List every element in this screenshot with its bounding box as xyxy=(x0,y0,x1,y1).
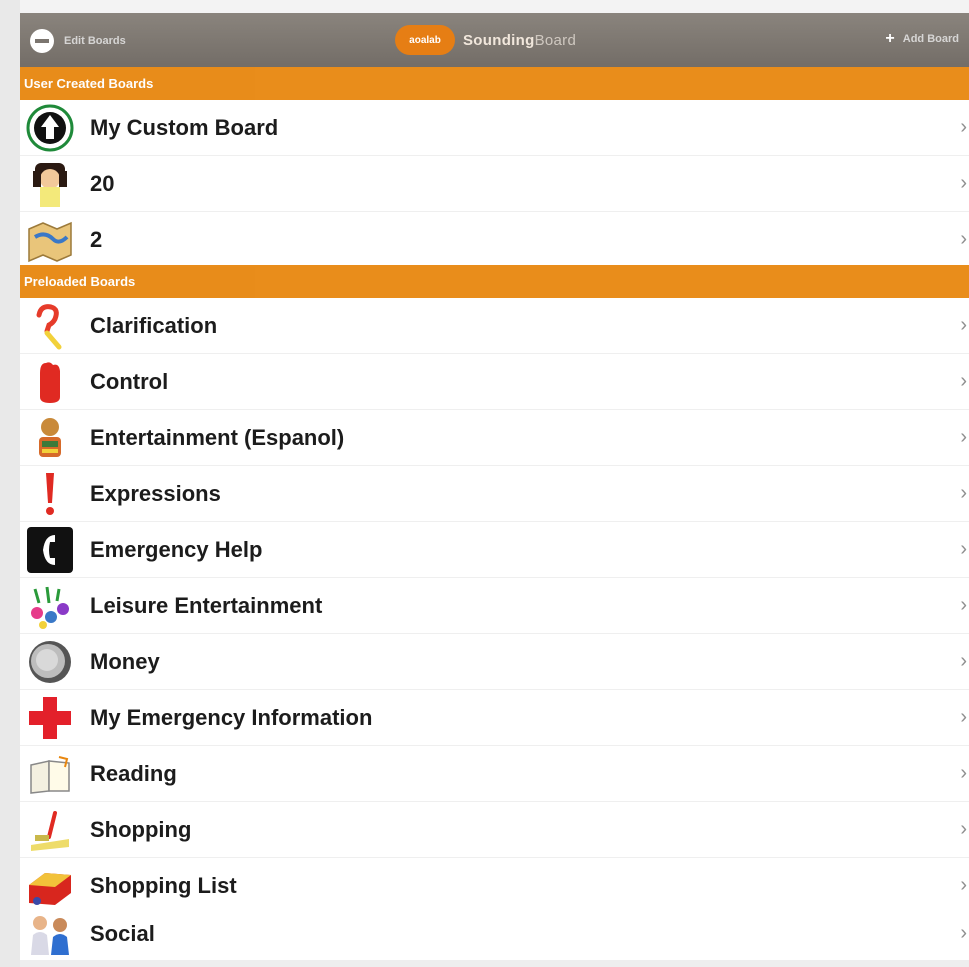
stop-hand-icon xyxy=(22,357,78,407)
list-item-label: Emergency Help xyxy=(90,536,263,562)
brand-logo: aoalab SoundingBoard xyxy=(395,25,576,55)
app-frame: Edit Boards aoalab SoundingBoard + Add B… xyxy=(0,0,969,967)
list-item-label: Clarification xyxy=(90,312,218,338)
coin-icon xyxy=(22,637,78,687)
bottom-strip xyxy=(20,960,969,967)
list-item-label: Expressions xyxy=(90,480,221,506)
list-item-social[interactable]: Social › xyxy=(20,906,969,962)
list-item-2[interactable]: 2 › xyxy=(20,212,969,268)
chevron-right-icon: › xyxy=(960,116,967,138)
list-item-clarification[interactable]: Clarification › xyxy=(20,298,969,354)
list-item-label: My Emergency Information xyxy=(90,704,373,730)
chevron-right-icon: › xyxy=(960,594,967,616)
up-arrow-circle-icon xyxy=(22,103,78,153)
add-board-label: Add Board xyxy=(902,33,959,45)
list-item-label: 2 xyxy=(90,226,103,252)
chevron-right-icon: › xyxy=(960,538,967,560)
exclamation-icon xyxy=(22,469,78,519)
red-cross-icon xyxy=(22,693,78,743)
list-item-expressions[interactable]: Expressions › xyxy=(20,466,969,522)
chevron-right-icon: › xyxy=(960,874,967,896)
list-item-money[interactable]: Money › xyxy=(20,634,969,690)
shopping-list-icon xyxy=(22,861,78,911)
list-item-my-custom-board[interactable]: My Custom Board › xyxy=(20,100,969,156)
people-icon xyxy=(22,909,78,959)
chevron-right-icon: › xyxy=(960,650,967,672)
list-item-control[interactable]: Control › xyxy=(20,354,969,410)
chevron-right-icon: › xyxy=(960,818,967,840)
list-item-label: Shopping List xyxy=(90,872,237,898)
plus-icon: + xyxy=(885,30,895,47)
question-mark-icon xyxy=(22,301,78,351)
list-item-reading[interactable]: Reading › xyxy=(20,746,969,802)
brand-name: SoundingBoard xyxy=(463,32,576,49)
list-item-emergency-help[interactable]: Emergency Help › xyxy=(20,522,969,578)
book-icon xyxy=(22,749,78,799)
title-bar: Edit Boards aoalab SoundingBoard + Add B… xyxy=(20,13,969,67)
chevron-right-icon: › xyxy=(960,762,967,784)
map-icon xyxy=(22,215,78,265)
list-item-label: 20 xyxy=(90,170,115,196)
entertainment-icon xyxy=(22,413,78,463)
list-item-shopping[interactable]: Shopping › xyxy=(20,802,969,858)
list-item-entertainment-espanol[interactable]: Entertainment (Espanol) › xyxy=(20,410,969,466)
list-item-label: Entertainment (Espanol) xyxy=(90,424,345,450)
list-item-label: My Custom Board xyxy=(90,114,279,140)
list-item-20[interactable]: 20 › xyxy=(20,156,969,212)
chevron-right-icon: › xyxy=(960,314,967,336)
chevron-right-icon: › xyxy=(960,426,967,448)
brand-name-main: Sounding xyxy=(463,31,535,49)
add-board-button[interactable]: + Add Board xyxy=(885,31,959,47)
chevron-right-icon: › xyxy=(960,172,967,194)
chevron-right-icon: › xyxy=(960,706,967,728)
list-item-label: Reading xyxy=(90,760,177,786)
section-header-preloaded: Preloaded Boards xyxy=(20,265,969,298)
person-icon xyxy=(22,159,78,209)
left-gutter xyxy=(0,0,20,967)
leisure-icon xyxy=(22,581,78,631)
chevron-right-icon: › xyxy=(960,370,967,392)
list-item-label: Shopping xyxy=(90,816,192,842)
edit-boards-button[interactable]: Edit Boards xyxy=(30,29,126,53)
shopping-icon xyxy=(22,805,78,855)
chevron-right-icon: › xyxy=(960,228,967,250)
brand-badge: aoalab xyxy=(395,25,455,55)
list-item-leisure-entertainment[interactable]: Leisure Entertainment › xyxy=(20,578,969,634)
brand-name-suffix: Board xyxy=(534,31,577,49)
edit-boards-label: Edit Boards xyxy=(64,35,126,47)
section-header-user-created: User Created Boards xyxy=(20,67,969,100)
list-item-label: Leisure Entertainment xyxy=(90,592,323,618)
phone-icon xyxy=(22,525,78,575)
list-item-label: Money xyxy=(90,648,160,674)
list-item-label: Social xyxy=(90,920,155,946)
list-item-my-emergency-information[interactable]: My Emergency Information › xyxy=(20,690,969,746)
minus-circle-icon xyxy=(30,29,54,53)
list-item-label: Control xyxy=(90,368,169,394)
chevron-right-icon: › xyxy=(960,922,967,944)
chevron-right-icon: › xyxy=(960,482,967,504)
